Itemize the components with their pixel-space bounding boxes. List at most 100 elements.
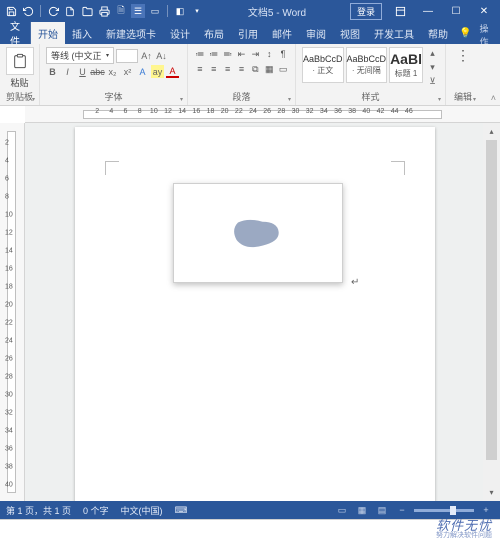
line-spacing-icon[interactable]: ⧉ [249, 62, 261, 76]
print-icon[interactable] [97, 4, 111, 18]
scroll-thumb[interactable] [486, 140, 497, 460]
status-lang[interactable]: 中文(中国) [121, 504, 163, 517]
styles-more-icon[interactable]: ⊻ [426, 75, 439, 88]
sort-icon[interactable]: ↕ [263, 47, 275, 61]
ribbon: 粘贴 剪贴板 等线 (中文正▾ A↑ A↓ B I U abc x₂ x² A … [0, 44, 500, 106]
vruler-label: 30 [5, 392, 13, 399]
increase-indent-icon[interactable]: ⇥ [249, 47, 261, 61]
maximize-icon[interactable]: ☐ [442, 0, 470, 22]
decrease-indent-icon[interactable]: ⇤ [236, 47, 248, 61]
view-read-icon[interactable]: ▭ [334, 503, 350, 517]
vruler-label: 34 [5, 428, 13, 435]
close-icon[interactable]: ✕ [470, 0, 498, 22]
style-normal[interactable]: AaBbCcD · 正文 [302, 47, 344, 83]
ribbon-options-icon[interactable] [386, 0, 414, 22]
open-icon[interactable] [80, 4, 94, 18]
font-color-icon[interactable]: A [166, 65, 179, 78]
highlight-icon[interactable]: ay [151, 65, 164, 78]
strike-button[interactable]: abc [91, 65, 104, 78]
qat-dropdown-icon[interactable]: ▾ [190, 4, 204, 18]
tellme-icon[interactable]: 💡 [459, 22, 471, 44]
borders-icon[interactable]: ▭ [277, 62, 289, 76]
tab-mailings[interactable]: 邮件 [265, 22, 299, 44]
tab-help[interactable]: 帮助 [421, 22, 455, 44]
hruler-label: 26 [263, 108, 271, 115]
hruler-label: 10 [150, 108, 158, 115]
zoom-out-icon[interactable]: − [394, 503, 410, 517]
status-words[interactable]: 0 个字 [83, 504, 109, 517]
document-area[interactable]: ↵ [25, 123, 483, 501]
superscript-button[interactable]: x² [121, 65, 134, 78]
object-icon[interactable]: ◧ [173, 4, 187, 18]
tab-review[interactable]: 审阅 [299, 22, 333, 44]
redo-icon[interactable] [46, 4, 60, 18]
horizontal-ruler[interactable]: 2468101214161820222426283032343638404244… [25, 106, 500, 123]
bullets-icon[interactable]: ≔ [194, 47, 206, 61]
style-nospacing[interactable]: AaBbCcD · 无间隔 [346, 47, 388, 83]
tab-design[interactable]: 设计 [163, 22, 197, 44]
share-button[interactable]: 👤共享 [488, 22, 500, 44]
tellme-input[interactable]: 操作说明搜索 [479, 22, 488, 44]
tab-home[interactable]: 开始 [31, 22, 65, 44]
align-right-icon[interactable]: ≡ [222, 62, 234, 76]
font-size-select[interactable] [116, 49, 138, 63]
touchmode-icon[interactable]: ☰ [131, 4, 145, 18]
tab-view[interactable]: 视图 [333, 22, 367, 44]
page-icon[interactable]: ▭ [148, 4, 162, 18]
view-web-icon[interactable]: ▤ [374, 503, 390, 517]
collapse-ribbon-icon[interactable]: ˄ [491, 93, 496, 103]
login-button[interactable]: 登录 [350, 3, 382, 20]
view-print-icon[interactable]: ▦ [354, 503, 370, 517]
zoom-slider[interactable] [414, 509, 474, 512]
hruler-label: 32 [306, 108, 314, 115]
italic-button[interactable]: I [61, 65, 74, 78]
styles-down-icon[interactable]: ▾ [426, 61, 439, 74]
align-justify-icon[interactable]: ≡ [236, 62, 248, 76]
tab-dev[interactable]: 开发工具 [367, 22, 421, 44]
status-page[interactable]: 第 1 页，共 1 页 [6, 504, 71, 517]
grow-font-icon[interactable]: A↑ [140, 49, 153, 62]
save-icon[interactable] [4, 4, 18, 18]
tab-custom[interactable]: 新建选项卡 [99, 22, 163, 44]
align-center-icon[interactable]: ≡ [208, 62, 220, 76]
scroll-up-icon[interactable]: ▴ [483, 123, 500, 140]
editing-button[interactable]: ⋮ [452, 47, 474, 64]
shading-icon[interactable]: ▦ [263, 62, 275, 76]
tab-insert[interactable]: 插入 [65, 22, 99, 44]
vruler-label: 6 [5, 176, 9, 183]
vertical-ruler[interactable]: 246810121416182022242628303234363840 [0, 123, 25, 501]
font-label: 字体 [46, 90, 181, 105]
inserted-image[interactable] [173, 183, 343, 283]
showmarks-icon[interactable]: ¶ [277, 47, 289, 61]
shrink-font-icon[interactable]: A↓ [155, 49, 168, 62]
underline-button[interactable]: U [76, 65, 89, 78]
style-heading1[interactable]: AaBl 标题 1 [389, 47, 423, 83]
page[interactable]: ↵ [75, 127, 435, 501]
vruler-label: 2 [5, 140, 9, 147]
preview-icon[interactable]: 🗎 [114, 4, 128, 18]
vruler-label: 22 [5, 320, 13, 327]
minimize-icon[interactable]: — [414, 0, 442, 22]
tab-references[interactable]: 引用 [231, 22, 265, 44]
align-left-icon[interactable]: ≡ [194, 62, 206, 76]
tab-layout[interactable]: 布局 [197, 22, 231, 44]
paste-label: 粘贴 [6, 76, 33, 89]
undo-icon[interactable] [21, 4, 35, 18]
font-name-select[interactable]: 等线 (中文正▾ [46, 47, 114, 64]
font-name-value: 等线 (中文正 [51, 49, 102, 62]
styles-up-icon[interactable]: ▴ [426, 47, 439, 60]
vruler-label: 24 [5, 338, 13, 345]
text-effect-icon[interactable]: A [136, 65, 149, 78]
status-ime-icon[interactable]: ⌨ [175, 505, 188, 516]
numbering-icon[interactable]: ≔ [208, 47, 220, 61]
new-icon[interactable] [63, 4, 77, 18]
scroll-track[interactable] [483, 140, 500, 484]
multilevel-icon[interactable]: ≕ [222, 47, 234, 61]
tab-file[interactable]: 文件 [0, 22, 31, 44]
scroll-down-icon[interactable]: ▾ [483, 484, 500, 501]
bold-button[interactable]: B [46, 65, 59, 78]
paste-button[interactable] [6, 47, 34, 75]
vertical-scrollbar[interactable]: ▴ ▾ [483, 123, 500, 501]
subscript-button[interactable]: x₂ [106, 65, 119, 78]
zoom-in-icon[interactable]: + [478, 503, 494, 517]
